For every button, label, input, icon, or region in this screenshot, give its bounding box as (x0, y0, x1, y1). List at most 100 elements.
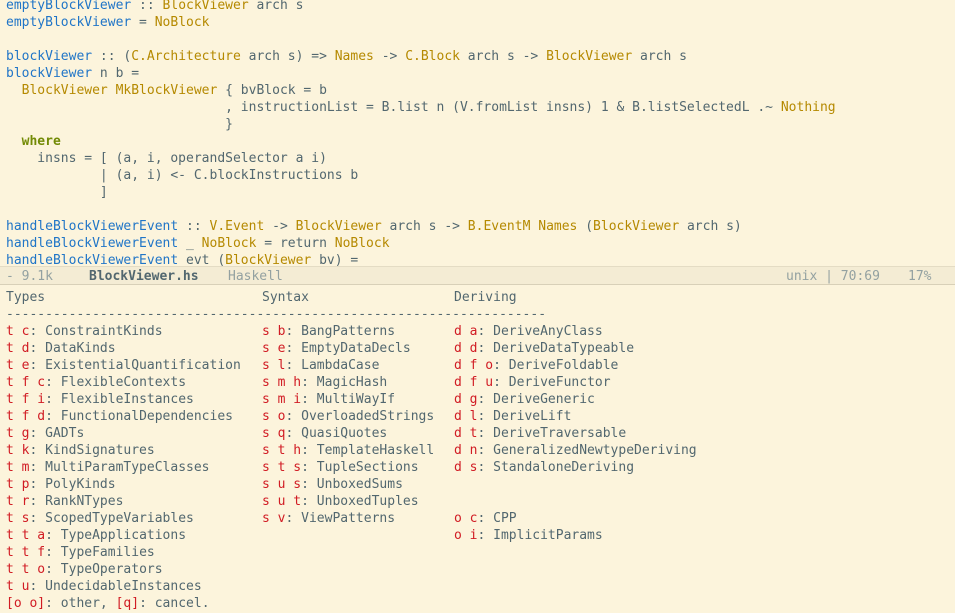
hydra-label: LambdaCase (301, 358, 380, 373)
hydra-key: s e (262, 341, 286, 356)
hydra-option-undecidableinstances[interactable]: t u: UndecidableInstances (6, 578, 202, 595)
code-editor[interactable]: emptyBlockViewer :: BlockViewer arch s e… (0, 0, 955, 266)
hydra-option-unboxedsums[interactable]: s u s: UnboxedSums (262, 476, 403, 493)
hydra-option-kindsignatures[interactable]: t k: KindSignatures (6, 442, 155, 459)
hydra-option-viewpatterns[interactable]: s v: ViewPatterns (262, 510, 395, 527)
hydra-label: TypeFamilies (60, 545, 155, 560)
hydra-key: s m h (262, 375, 302, 390)
code-line-1: emptyBlockViewer :: BlockViewer arch s (6, 0, 304, 13)
hydra-separator: : (301, 443, 317, 458)
deriving-header: Deriving (454, 290, 517, 305)
hydra-option-lambdacase[interactable]: s l: LambdaCase (262, 357, 379, 374)
hydra-label: RankNTypes (45, 494, 124, 509)
hydra-label: GeneralizedNewtypeDeriving (493, 443, 697, 458)
hydra-option-emptydatadecls[interactable]: s e: EmptyDataDecls (262, 340, 411, 357)
hydra-option-typeoperators[interactable]: t t o: TypeOperators (6, 561, 163, 578)
hydra-key: s m i (262, 392, 302, 407)
hydra-separator: : (45, 545, 61, 560)
code-line-16: handleBlockViewerEvent _ NoBlock = retur… (6, 236, 390, 251)
hydra-label: OverloadedStrings (301, 409, 435, 424)
hydra-option-multiwayif[interactable]: s m i: MultiWayIf (262, 391, 395, 408)
hydra-option-cpp[interactable]: o c: CPP (454, 510, 517, 527)
hydra-option-standalonederiving[interactable]: d s: StandaloneDeriving (454, 459, 634, 476)
hydra-label: ExistentialQuantification (45, 358, 241, 373)
hydra-option-scopedtypevariables[interactable]: t s: ScopedTypeVariables (6, 510, 194, 527)
hydra-label: ImplicitParams (493, 528, 603, 543)
hydra-option-datakinds[interactable]: t d: DataKinds (6, 340, 116, 357)
code-line-15: handleBlockViewerEvent :: V.Event -> Blo… (6, 219, 742, 234)
hydra-option-tuplesections[interactable]: s t s: TupleSections (262, 459, 419, 476)
hydra-separator: : (29, 579, 46, 594)
hydra-option-multiparamtypeclasses[interactable]: t m: MultiParamTypeClasses (6, 459, 210, 476)
hydra-label: ConstraintKinds (45, 324, 163, 339)
hydra-option-deriveanyclass[interactable]: d a: DeriveAnyClass (454, 323, 603, 340)
hydra-option-magichash[interactable]: s m h: MagicHash (262, 374, 387, 391)
hydra-key: d f u (454, 375, 494, 390)
hydra-separator: : (477, 528, 494, 543)
hydra-separator: : (29, 443, 46, 458)
hydra-option-existentialquantification[interactable]: t e: ExistentialQuantification (6, 357, 241, 374)
hydra-option-polykinds[interactable]: t p: PolyKinds (6, 476, 116, 493)
hydra-option-bangpatterns[interactable]: s b: BangPatterns (262, 323, 395, 340)
hydra-label: EmptyDataDecls (301, 341, 411, 356)
code-line-5: blockViewer n b = (6, 66, 140, 81)
hydra-option-typefamilies[interactable]: t t f: TypeFamilies (6, 544, 155, 561)
hydra-key: t f i (6, 392, 46, 407)
hydra-key: d d (454, 341, 478, 356)
hydra-separator: : (477, 511, 494, 526)
hydra-option-quasiquotes[interactable]: s q: QuasiQuotes (262, 425, 387, 442)
hydra-label: UndecidableInstances (45, 579, 202, 594)
hydra-option-functionaldependencies[interactable]: t f d: FunctionalDependencies (6, 408, 233, 425)
hydra-separator: : (477, 324, 494, 339)
syntax-header: Syntax (262, 290, 309, 305)
major-mode: Haskell (228, 269, 283, 284)
other-key[interactable]: [o o] (6, 596, 45, 611)
code-line-17: handleBlockViewerEvent evt (BlockViewer … (6, 253, 359, 266)
hydra-label: GADTs (45, 426, 85, 441)
hydra-option-flexiblecontexts[interactable]: t f c: FlexibleContexts (6, 374, 186, 391)
hydra-separator: : (301, 477, 317, 492)
hydra-label: FunctionalDependencies (60, 409, 233, 424)
code-line-7: , instructionList = B.list n (V.fromList… (6, 100, 836, 115)
hydra-option-gadts[interactable]: t g: GADTs (6, 425, 84, 442)
hydra-option-derivetraversable[interactable]: d t: DeriveTraversable (454, 425, 626, 442)
hydra-separator: : (285, 341, 302, 356)
hydra-option-generalizednewtypederiving[interactable]: d n: GeneralizedNewtypeDeriving (454, 442, 697, 459)
hydra-label: DeriveFunctor (508, 375, 611, 390)
hydra-key: t g (6, 426, 30, 441)
code-line-8: } (6, 117, 233, 132)
hydra-option-derivefoldable[interactable]: d f o: DeriveFoldable (454, 357, 618, 374)
hydra-separator: : (301, 460, 317, 475)
hydra-option-unboxedtuples[interactable]: s u t: UnboxedTuples (262, 493, 419, 510)
hydra-option-flexibleinstances[interactable]: t f i: FlexibleInstances (6, 391, 194, 408)
hydra-option-implicitparams[interactable]: o i: ImplicitParams (454, 527, 603, 544)
hydra-option-derivefunctor[interactable]: d f u: DeriveFunctor (454, 374, 611, 391)
cancel-key[interactable]: [q] (116, 596, 139, 611)
hydra-separator: : (285, 426, 302, 441)
hydra-separator: : (45, 528, 61, 543)
hydra-separator: : (493, 358, 509, 373)
hydra-option-overloadedstrings[interactable]: s o: OverloadedStrings (262, 408, 434, 425)
hydra-label: DeriveAnyClass (493, 324, 603, 339)
hydra-separator: : (477, 392, 494, 407)
hydra-separator: : (285, 409, 302, 424)
hydra-key: d s (454, 460, 478, 475)
hydra-label: CPP (493, 511, 517, 526)
hydra-separator: : (477, 443, 494, 458)
hydra-option-templatehaskell[interactable]: s t h: TemplateHaskell (262, 442, 434, 459)
hydra-option-typeapplications[interactable]: t t a: TypeApplications (6, 527, 186, 544)
hydra-option-derivegeneric[interactable]: d g: DeriveGeneric (454, 391, 595, 408)
code-line-13: ] (6, 185, 108, 200)
hydra-label: BangPatterns (301, 324, 396, 339)
code-line-4: blockViewer :: (C.Architecture arch s) =… (6, 49, 687, 64)
hydra-key: d t (454, 426, 478, 441)
hydra-separator: : (285, 511, 302, 526)
buffer-size: - 9.1k (6, 269, 53, 284)
hydra-option-derivelift[interactable]: d l: DeriveLift (454, 408, 571, 425)
hydra-separator: : (29, 494, 46, 509)
hydra-option-derivedatatypeable[interactable]: d d: DeriveDataTypeable (454, 340, 634, 357)
hydra-separator: : (285, 358, 302, 373)
hydra-key: t t f (6, 545, 46, 560)
hydra-option-rankntypes[interactable]: t r: RankNTypes (6, 493, 123, 510)
hydra-option-constraintkinds[interactable]: t c: ConstraintKinds (6, 323, 163, 340)
